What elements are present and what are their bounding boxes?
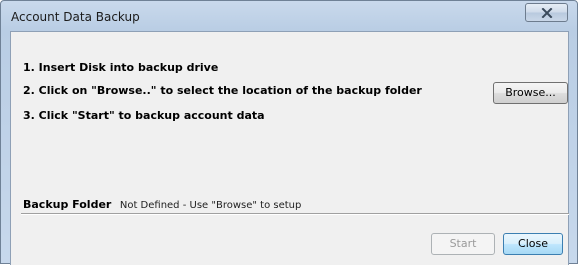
close-button[interactable]: Close <box>503 233 563 255</box>
dialog-content: 1. Insert Disk into backup drive 2. Clic… <box>10 31 569 265</box>
instruction-step-2: 2. Click on "Browse.." to select the loc… <box>23 84 422 97</box>
separator-line <box>21 213 569 215</box>
dialog-window: Account Data Backup 1. Insert Disk into … <box>0 0 578 265</box>
title-bar[interactable]: Account Data Backup <box>1 1 577 31</box>
instruction-step-1: 1. Insert Disk into backup drive <box>23 61 219 74</box>
instruction-step-3: 3. Click "Start" to backup account data <box>23 109 265 122</box>
browse-button[interactable]: Browse... <box>493 82 568 104</box>
backup-folder-value: Not Defined - Use "Browse" to setup <box>119 200 302 211</box>
window-close-button[interactable] <box>525 3 568 22</box>
backup-folder-row: Backup Folder Not Defined - Use "Browse"… <box>23 198 301 211</box>
backup-folder-label: Backup Folder <box>23 198 112 211</box>
start-button[interactable]: Start <box>431 233 495 255</box>
window-title: Account Data Backup <box>11 10 140 24</box>
close-x-icon <box>541 8 553 18</box>
